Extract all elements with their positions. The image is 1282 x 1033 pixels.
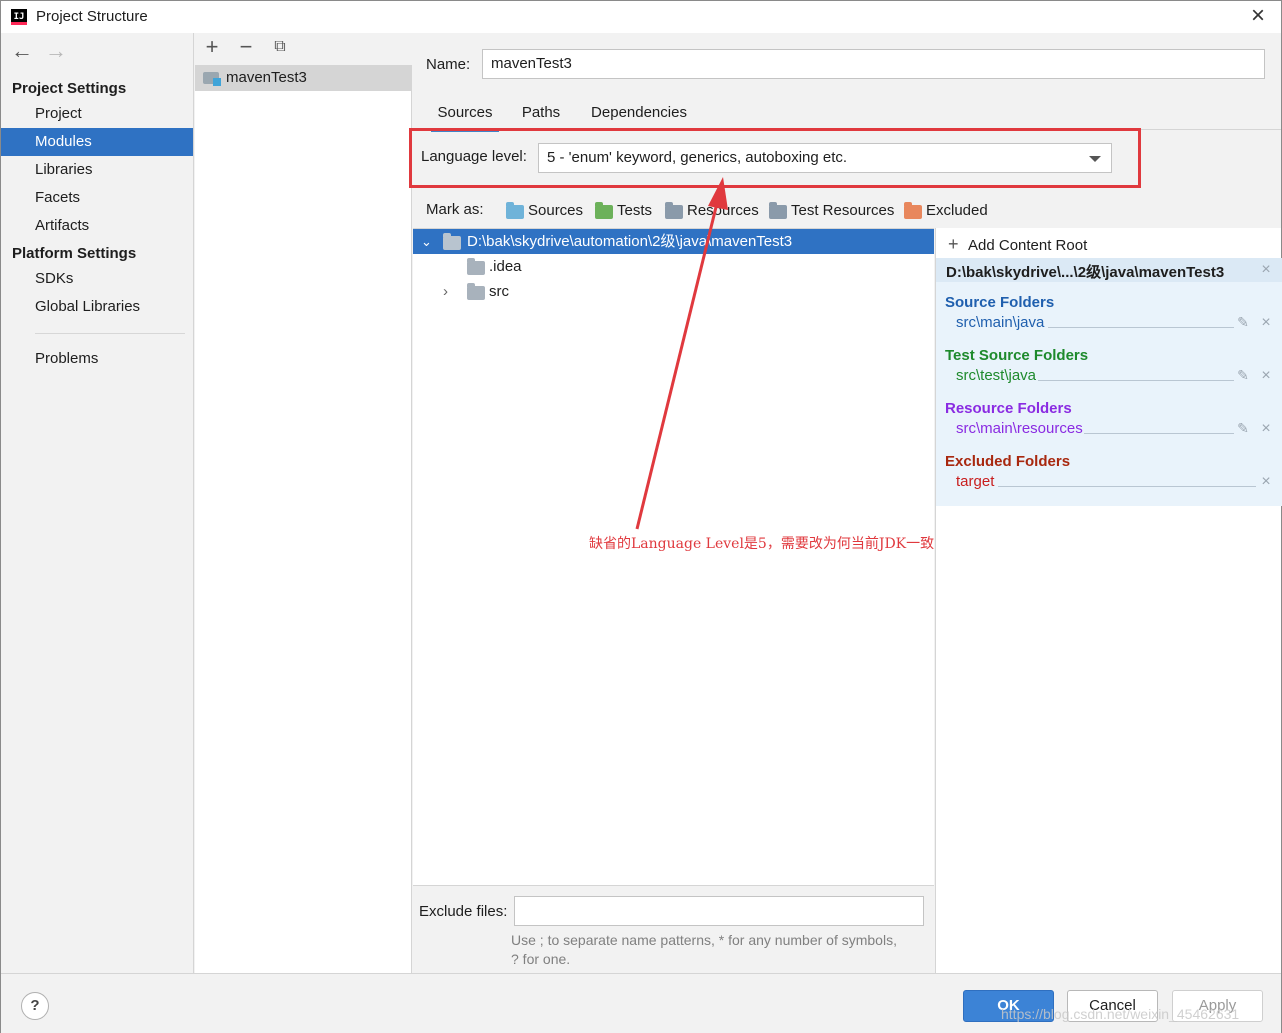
dialog-button-bar: ? OK Cancel Apply: [1, 973, 1281, 1033]
annotation-text: 缺省的Language Level是5，需要改为何当前JDK一致: [589, 536, 935, 552]
watermark-text: https://blog.csdn.net/weixin_45462631: [1001, 1006, 1240, 1022]
annotation-arrow: [635, 177, 728, 530]
project-structure-dialog: IJ Project Structure × ← → Project Setti…: [0, 0, 1282, 1033]
help-button[interactable]: ?: [21, 992, 49, 1020]
